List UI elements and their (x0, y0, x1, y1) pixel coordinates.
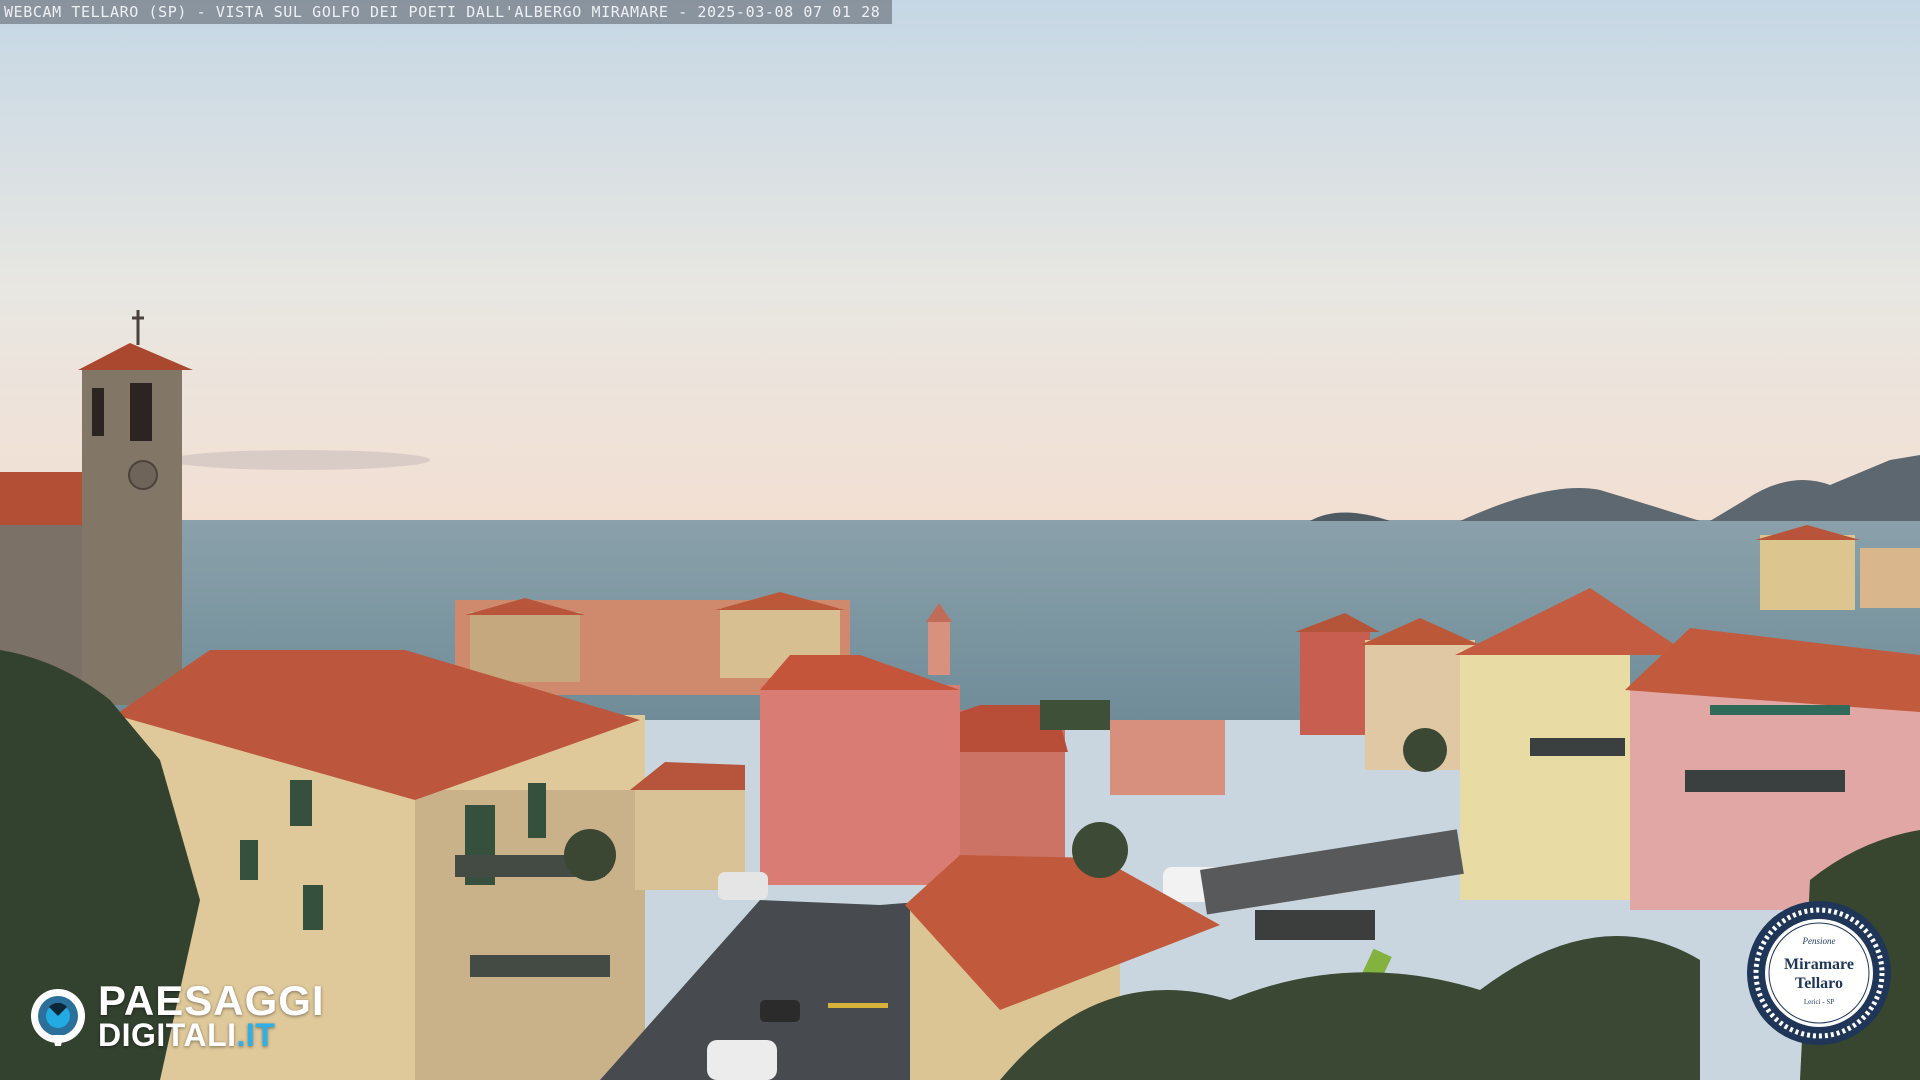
bell-tower-window (130, 383, 152, 441)
scooter (760, 1000, 800, 1022)
tree (564, 829, 616, 881)
sky (0, 0, 1920, 525)
fence (1255, 910, 1375, 940)
house (1860, 548, 1920, 608)
balcony (1530, 738, 1625, 756)
window (240, 840, 258, 880)
bell-tower-window (92, 388, 104, 436)
brand-sub-text: DIGITALI (98, 1017, 237, 1053)
balcony (470, 955, 610, 977)
car-white (707, 1040, 777, 1080)
miramare-tellaro-badge: Pensione Miramare Tellaro Lerici - SP (1744, 898, 1894, 1048)
awning (1710, 705, 1850, 715)
house (470, 612, 580, 682)
cloud (170, 450, 430, 470)
car-white (718, 872, 768, 900)
webcam-scene (0, 0, 1920, 1080)
road-marking (828, 1003, 888, 1008)
badge-line1: Miramare (1784, 956, 1854, 973)
badge-bottom-text: Lerici - SP (1803, 998, 1835, 1006)
road-right (1200, 829, 1464, 915)
eye-camera-icon (31, 989, 85, 1046)
badge-line2: Tellaro (1794, 975, 1843, 992)
brand-name-main: PAESAGGI (98, 977, 325, 1024)
paesaggi-digitali-watermark: PAESAGGI DIGITALI.IT (28, 980, 358, 1052)
tree (1403, 728, 1447, 772)
brand-tld: .IT (236, 1017, 276, 1053)
red-house (1110, 720, 1225, 795)
clock (128, 460, 158, 490)
church-tower-small (928, 620, 950, 675)
balcony (1685, 770, 1845, 792)
window (290, 780, 312, 826)
house (1760, 535, 1855, 610)
house (1460, 650, 1630, 900)
pink-building (760, 685, 960, 885)
brand-name-sub: DIGITALI.IT (98, 1018, 275, 1052)
green-trees (1040, 700, 1110, 730)
webcam-title-bar: WEBCAM TELLARO (SP) - VISTA SUL GOLFO DE… (0, 0, 893, 24)
window (303, 885, 323, 930)
tree (1072, 822, 1128, 878)
badge-top-text: Pensione (1802, 936, 1836, 946)
window (528, 783, 546, 838)
house (1300, 630, 1370, 735)
